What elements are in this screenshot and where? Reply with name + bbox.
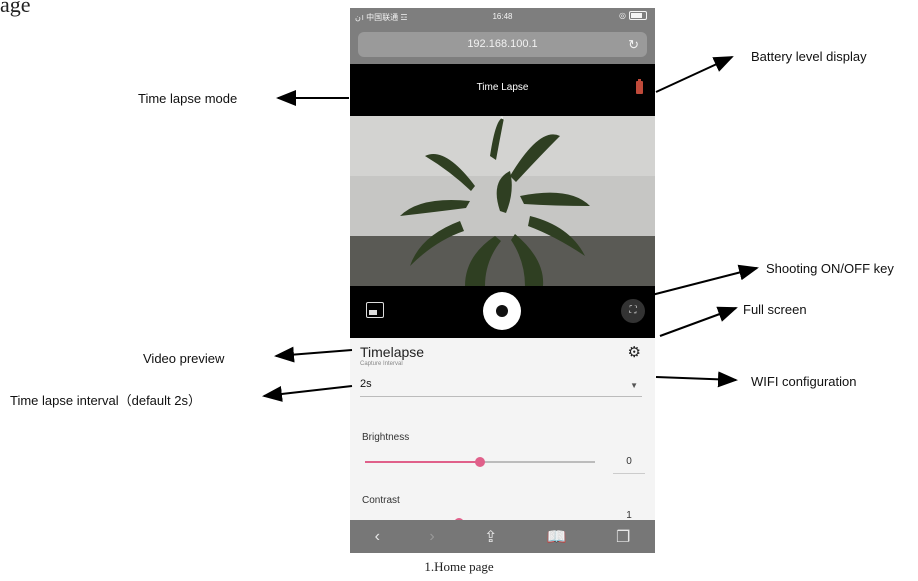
label-interval: Time lapse interval（default 2s）: [10, 393, 201, 408]
gallery-icon[interactable]: [366, 302, 384, 318]
panel-subtitle: Capture Interval: [360, 361, 403, 367]
brightness-slider-fill: [365, 461, 480, 463]
bookmarks-icon[interactable]: 📖: [547, 527, 567, 547]
tabs-icon[interactable]: ❐: [616, 527, 630, 547]
document-heading-fragment: age: [0, 0, 31, 17]
label-video-preview: Video preview: [143, 351, 225, 366]
shutter-button[interactable]: [483, 292, 521, 330]
forward-icon[interactable]: ›: [429, 528, 434, 546]
status-bar: ن। 中国联通 ☲ 16:48 ◎: [350, 8, 655, 26]
share-icon[interactable]: ⇪: [484, 527, 497, 547]
label-shooting-key: Shooting ON/OFF key: [766, 261, 894, 276]
label-time-lapse-mode: Time lapse mode: [138, 91, 238, 106]
interval-select[interactable]: 2s ▼: [360, 376, 642, 397]
brightness-label: Brightness: [362, 432, 410, 443]
gear-icon[interactable]: ⚙: [628, 343, 641, 361]
label-wifi-config: WIFI configuration: [751, 374, 857, 389]
brightness-slider-thumb[interactable]: [475, 457, 485, 467]
shutter-icon: [496, 305, 508, 317]
video-preview: [350, 116, 655, 286]
arrow-interval: [262, 385, 353, 402]
fullscreen-icon[interactable]: ⛶: [621, 299, 645, 323]
plant-preview-image: [350, 116, 655, 286]
status-battery-icon: [629, 11, 647, 20]
brightness-value: 0: [613, 456, 645, 474]
url-text: 192.168.100.1: [467, 38, 538, 50]
reload-icon[interactable]: ↻: [628, 32, 639, 57]
browser-toolbar: ‹ › ⇪ 📖 ❐: [350, 520, 655, 553]
battery-indicator-icon: [636, 79, 643, 94]
status-time: 16:48: [492, 12, 513, 21]
mode-title: Time Lapse: [476, 82, 529, 93]
arrow-wifi-config: [655, 371, 738, 388]
arrow-battery-level: [655, 56, 734, 93]
app-header: Time Lapse: [350, 64, 655, 116]
arrow-shooting-key: [639, 264, 759, 299]
contrast-label: Contrast: [362, 495, 400, 506]
address-bar[interactable]: 192.168.100.1 ↻: [358, 32, 647, 57]
settings-panel: Timelapse Capture Interval ⚙ 2s ▼ Bright…: [350, 338, 655, 528]
back-icon[interactable]: ‹: [375, 528, 380, 546]
phone-screenshot: ن। 中国联通 ☲ 16:48 ◎ 192.168.100.1 ↻ Time L…: [350, 8, 655, 553]
label-full-screen: Full screen: [743, 302, 807, 317]
camera-controls: ⛶: [350, 286, 655, 338]
location-icon: ◎: [619, 11, 626, 20]
interval-value: 2s: [360, 378, 372, 390]
status-icons: ◎: [619, 11, 647, 20]
arrow-video-preview: [274, 346, 353, 363]
arrow-full-screen: [659, 306, 738, 337]
panel-title: Timelapse: [360, 344, 425, 360]
browser-header: 192.168.100.1 ↻: [350, 26, 655, 64]
label-battery-level: Battery level display: [751, 49, 867, 64]
chevron-down-icon: ▼: [630, 381, 638, 390]
figure-caption: 1.Home page: [424, 559, 494, 574]
